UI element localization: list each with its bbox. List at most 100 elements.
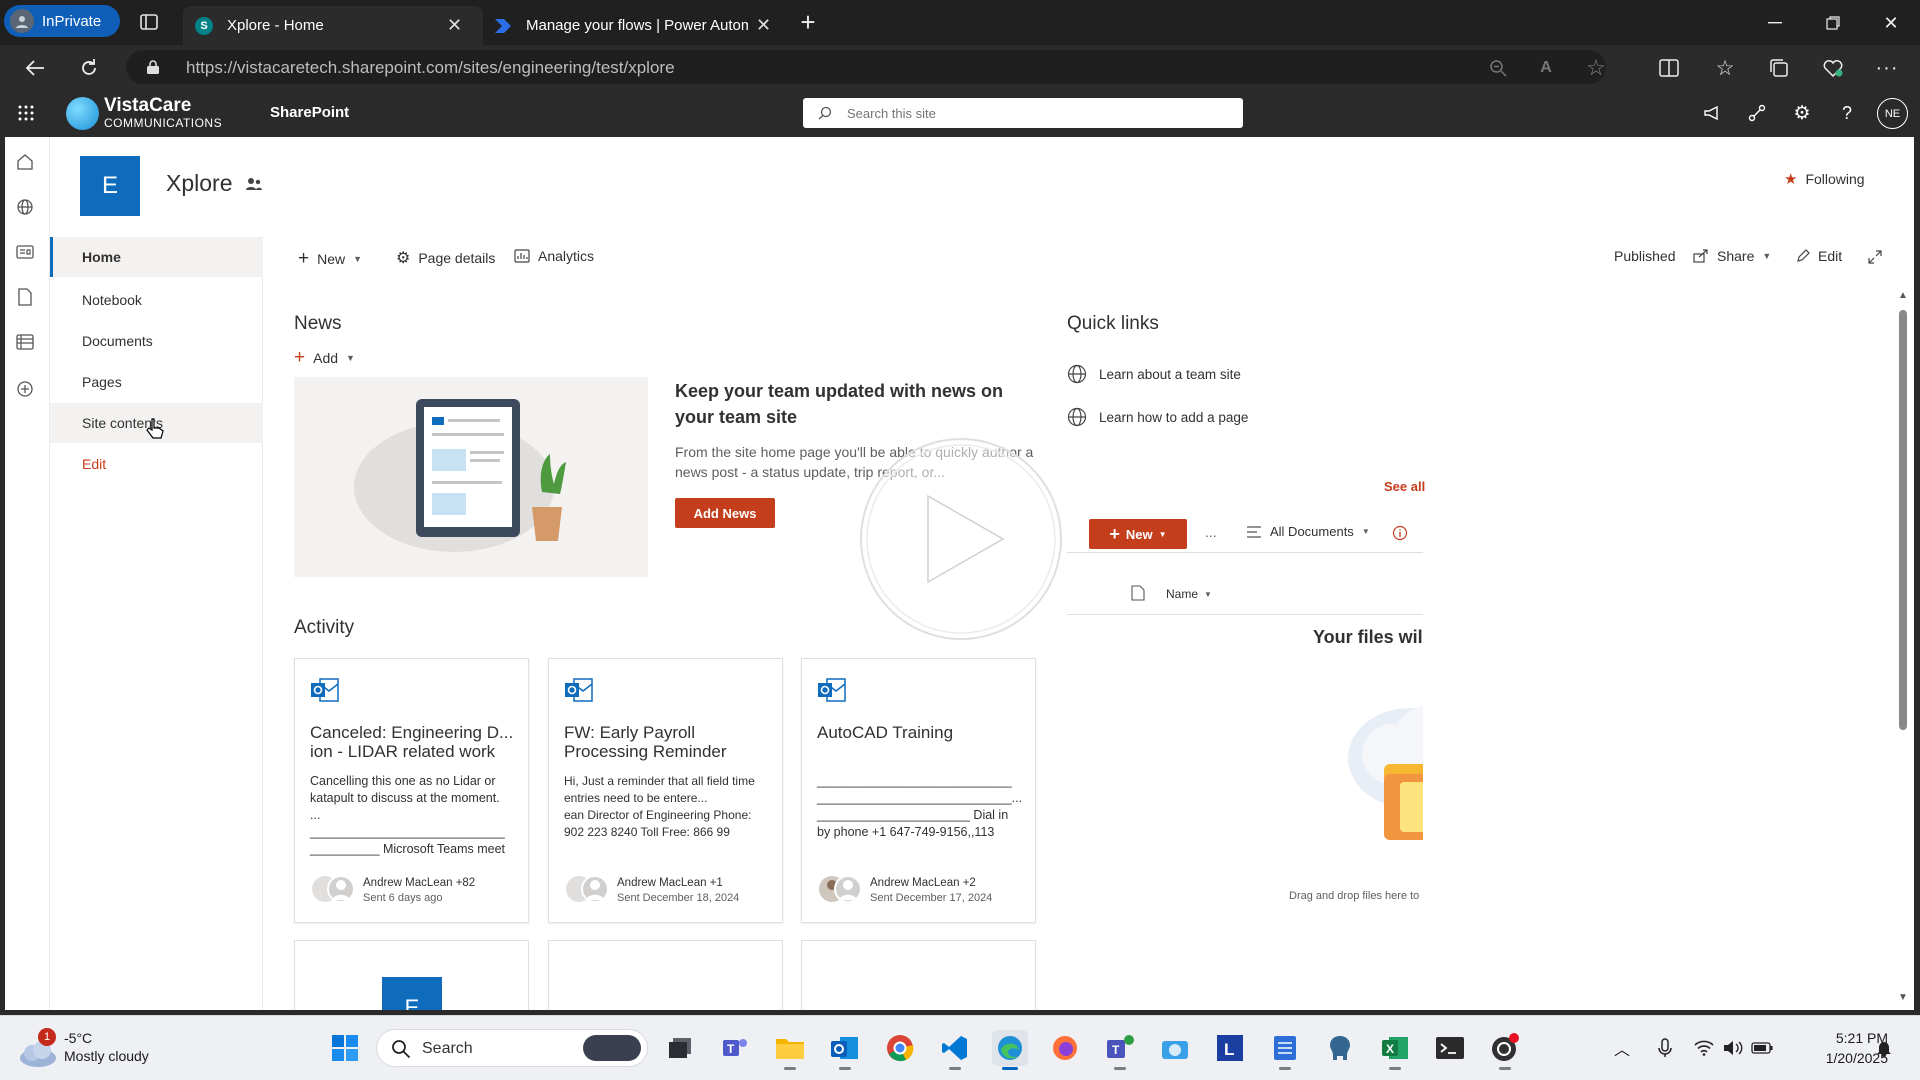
activity-card[interactable]: AutoCAD Training _______________________… xyxy=(801,658,1036,923)
settings-gear-icon[interactable]: ⚙ xyxy=(1790,101,1814,125)
zoom-icon[interactable] xyxy=(1486,56,1510,80)
address-field[interactable]: https://vistacaretech.sharepoint.com/sit… xyxy=(126,50,1606,84)
task-view-icon[interactable] xyxy=(662,1030,698,1066)
close-window-icon[interactable]: ✕ xyxy=(1876,8,1906,38)
user-avatar[interactable]: NE xyxy=(1877,98,1908,129)
site-title[interactable]: Xplore xyxy=(166,170,232,197)
nav-item-documents[interactable]: Documents xyxy=(50,321,263,361)
site-logo[interactable]: E xyxy=(80,156,140,216)
see-all-link[interactable]: See all xyxy=(1384,479,1425,494)
teams-chat-icon[interactable]: T xyxy=(1102,1030,1138,1070)
notes-app-icon[interactable] xyxy=(1267,1030,1303,1070)
chrome-icon[interactable] xyxy=(882,1030,918,1066)
svg-text:T: T xyxy=(727,1042,735,1056)
nav-edit-link[interactable]: Edit xyxy=(50,444,263,484)
favorite-star-icon[interactable]: ☆ xyxy=(1584,55,1608,80)
split-screen-icon[interactable] xyxy=(1656,55,1682,81)
page-scrollbar[interactable]: ▲ ▼ xyxy=(1896,290,1910,1010)
microphone-icon[interactable] xyxy=(1653,1030,1677,1066)
edge-icon[interactable] xyxy=(992,1030,1028,1070)
inprivate-label: InPrivate xyxy=(42,12,102,30)
site-search-input[interactable] xyxy=(847,104,1227,122)
camera-icon[interactable] xyxy=(1157,1030,1193,1066)
l-app-icon[interactable]: L xyxy=(1212,1030,1248,1066)
doc-new-button[interactable]: + New ▼ xyxy=(1089,519,1187,549)
vscode-icon[interactable] xyxy=(937,1030,973,1070)
info-icon[interactable] xyxy=(1391,524,1409,542)
follow-button[interactable]: ★ Following xyxy=(1784,170,1865,188)
read-aloud-icon[interactable]: A xyxy=(1534,56,1558,80)
more-options-icon[interactable]: ··· xyxy=(1874,55,1900,81)
analytics-button[interactable]: Analytics xyxy=(514,248,594,264)
globe-icon[interactable] xyxy=(14,196,36,218)
tab-power-automate[interactable]: Manage your flows | Power Autom ✕ xyxy=(488,6,780,45)
scroll-down-icon[interactable]: ▼ xyxy=(1898,992,1908,1003)
inprivate-badge[interactable]: InPrivate xyxy=(4,5,120,37)
page-details-button[interactable]: ⚙ Page details xyxy=(396,248,495,268)
obs-recorder-icon[interactable] xyxy=(1487,1030,1523,1070)
name-column-header[interactable]: Name ▼ xyxy=(1166,587,1212,601)
vistacare-logo-icon[interactable] xyxy=(66,97,99,130)
help-icon[interactable]: ? xyxy=(1835,101,1859,125)
new-tab-icon[interactable]: + xyxy=(794,7,822,37)
taskbar-search[interactable]: Search xyxy=(376,1029,648,1067)
site-search-box[interactable] xyxy=(803,98,1243,128)
doc-more-button[interactable]: ... xyxy=(1205,524,1217,540)
quick-link-add-page[interactable]: Learn how to add a page xyxy=(1067,407,1248,427)
nav-item-home[interactable]: Home xyxy=(50,237,263,277)
activity-card[interactable]: FW: Early Payroll Processing Reminder Hi… xyxy=(548,658,783,923)
expand-icon[interactable] xyxy=(1866,248,1884,266)
add-news-button[interactable]: Add News xyxy=(675,498,775,528)
chevron-down-icon: ▼ xyxy=(1158,529,1167,539)
app-name[interactable]: SharePoint xyxy=(270,104,349,121)
activity-card[interactable]: E xyxy=(294,940,529,1015)
lock-icon[interactable] xyxy=(144,58,162,76)
battery-icon[interactable] xyxy=(1750,1030,1774,1066)
lists-icon[interactable] xyxy=(14,331,36,353)
collections-icon[interactable] xyxy=(1766,55,1792,81)
home-icon[interactable] xyxy=(14,151,36,173)
files-icon[interactable] xyxy=(14,286,36,308)
share-button[interactable]: Share ▼ xyxy=(1693,248,1771,264)
refresh-icon[interactable] xyxy=(74,53,104,83)
tab-close-icon[interactable]: ✕ xyxy=(447,15,462,36)
tab-close-icon[interactable]: ✕ xyxy=(756,15,771,36)
browser-essentials-icon[interactable] xyxy=(1820,55,1846,81)
app-launcher-icon[interactable] xyxy=(14,101,38,125)
tab-xplore-home[interactable]: S Xplore - Home ✕ xyxy=(183,6,483,45)
nav-item-pages[interactable]: Pages xyxy=(50,362,263,402)
weather-widget[interactable]: 1 -5°C Mostly cloudy xyxy=(18,1026,168,1072)
scrollbar-thumb[interactable] xyxy=(1899,310,1907,730)
terminal-icon[interactable] xyxy=(1432,1030,1468,1066)
tray-chevron-up-icon[interactable]: ︿ xyxy=(1610,1030,1634,1066)
minimize-icon[interactable] xyxy=(1760,8,1790,38)
new-menu-button[interactable]: + New ▼ xyxy=(298,248,362,270)
file-explorer-icon[interactable] xyxy=(772,1030,808,1070)
outlook-app-icon[interactable] xyxy=(827,1030,863,1070)
windows-start-icon[interactable] xyxy=(327,1030,363,1066)
workspaces-icon[interactable] xyxy=(136,9,162,35)
database-app-icon[interactable] xyxy=(1322,1030,1358,1066)
scroll-up-icon[interactable]: ▲ xyxy=(1898,290,1908,301)
volume-icon[interactable] xyxy=(1721,1030,1745,1066)
edit-page-button[interactable]: Edit xyxy=(1796,248,1842,264)
share-network-icon[interactable] xyxy=(1745,101,1769,125)
wifi-icon[interactable] xyxy=(1692,1030,1716,1066)
feedback-megaphone-icon[interactable] xyxy=(1700,101,1724,125)
quick-link-team-site[interactable]: Learn about a team site xyxy=(1067,364,1241,384)
news-add-button[interactable]: + Add ▼ xyxy=(294,347,355,369)
news-icon[interactable] xyxy=(14,241,36,263)
activity-card[interactable]: Canceled: Engineering D... ion - LIDAR r… xyxy=(294,658,529,923)
firefox-icon[interactable] xyxy=(1047,1030,1083,1066)
excel-icon[interactable]: X xyxy=(1377,1030,1413,1070)
teams-icon[interactable]: T xyxy=(717,1030,753,1066)
notification-bell-icon[interactable] xyxy=(1872,1030,1896,1066)
back-icon[interactable] xyxy=(20,53,50,83)
view-selector[interactable]: All Documents ▼ xyxy=(1246,524,1370,539)
favorites-icon[interactable]: ☆ xyxy=(1712,55,1738,81)
activity-card[interactable] xyxy=(548,940,783,1015)
create-plus-icon[interactable] xyxy=(14,378,36,400)
activity-card[interactable] xyxy=(801,940,1036,1015)
nav-item-notebook[interactable]: Notebook xyxy=(50,280,263,320)
restore-icon[interactable] xyxy=(1818,8,1848,38)
